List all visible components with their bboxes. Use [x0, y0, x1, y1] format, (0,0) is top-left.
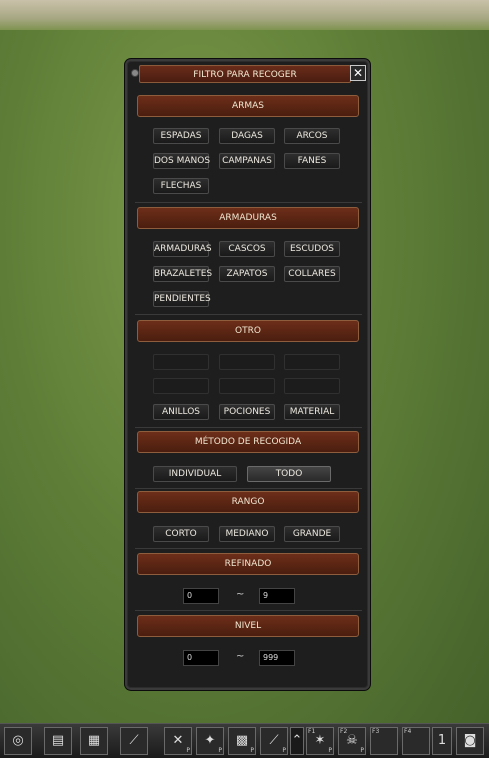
section-header-rango: RANGO [137, 491, 359, 513]
section-header-refinado: REFINADO [137, 553, 359, 575]
divider [135, 610, 362, 611]
range-button-grande[interactable]: GRANDE [284, 526, 340, 542]
filter-button-arcos[interactable]: ARCOS [284, 128, 340, 144]
filter-button-espadas[interactable]: ESPADAS [153, 128, 209, 144]
filter-button-disabled [284, 378, 340, 394]
skill-slot-icon[interactable]: ▩ P [228, 727, 256, 755]
calendar-icon[interactable]: ▦ [80, 727, 108, 755]
close-button[interactable]: ✕ [350, 65, 366, 81]
filter-button-disabled [219, 378, 275, 394]
section-header-otro: OTRO [137, 320, 359, 342]
filter-button-material[interactable]: MATERIAL [284, 404, 340, 420]
section-header-nivel: NIVEL [137, 615, 359, 637]
range-button-mediano[interactable]: MEDIANO [219, 526, 275, 542]
section-header-armas: ARMAS [137, 95, 359, 117]
filter-button-disabled [153, 354, 209, 370]
filter-button-dos-manos[interactable]: DOS MANOS [153, 153, 210, 169]
skill-slot-icon[interactable]: ✦ P [196, 727, 224, 755]
range-separator: ~ [236, 651, 245, 662]
filter-button-pociones[interactable]: POCIONES [219, 404, 275, 420]
skill-slot-icon[interactable]: ✕ P [164, 727, 192, 755]
level-min-input[interactable]: 0 [183, 650, 219, 666]
scroll-icon[interactable]: ▤ [44, 727, 72, 755]
level-max-input[interactable]: 999 [259, 650, 295, 666]
filter-button-zapatos[interactable]: ZAPATOS [219, 266, 275, 282]
window-title: FILTRO PARA RECOGER [139, 65, 351, 83]
pin-icon[interactable] [131, 69, 139, 77]
skill-slot-icon[interactable]: ⟋ P [260, 727, 288, 755]
skill-slot-empty[interactable]: F3 [370, 727, 398, 755]
divider [135, 314, 362, 315]
section-header-metodo: MÉTODO DE RECOGIDA [137, 431, 359, 453]
pickup-filter-window: FILTRO PARA RECOGER ✕ ARMAS ESPADAS DAGA… [125, 59, 370, 690]
filter-button-disabled [284, 354, 340, 370]
game-sky-background [0, 0, 489, 30]
filter-button-armaduras[interactable]: ARMADURAS [153, 241, 212, 257]
filter-button-flechas[interactable]: FLECHAS [153, 178, 209, 194]
filter-button-anillos[interactable]: ANILLOS [153, 404, 209, 420]
divider [135, 202, 362, 203]
skill-slot-icon[interactable]: F1 ✶ P [306, 727, 334, 755]
section-header-armaduras: ARMADURAS [137, 207, 359, 229]
divider [135, 488, 362, 489]
filter-button-escudos[interactable]: ESCUDOS [284, 241, 340, 257]
camera-icon[interactable]: ◙ [456, 727, 484, 755]
range-button-corto[interactable]: CORTO [153, 526, 209, 542]
filter-button-cascos[interactable]: CASCOS [219, 241, 275, 257]
method-button-todo[interactable]: TODO [247, 466, 331, 482]
filter-button-brazaletes[interactable]: BRAZALETES [153, 266, 212, 282]
filter-button-pendientes[interactable]: PENDIENTES [153, 291, 211, 307]
chevron-up-icon[interactable]: ⌃ [290, 727, 304, 755]
filter-button-disabled [219, 354, 275, 370]
filter-button-dagas[interactable]: DAGAS [219, 128, 275, 144]
ring-icon[interactable]: ◎ [4, 727, 32, 755]
skill-slot-icon[interactable]: F2 ☠ P [338, 727, 366, 755]
filter-button-collares[interactable]: COLLARES [284, 266, 340, 282]
filter-button-disabled [153, 378, 209, 394]
range-separator: ~ [236, 589, 245, 600]
divider [135, 548, 362, 549]
hotbar: ◎ ▤ ▦ ⟋ ✕ P ✦ P ▩ P ⟋ P ⌃ F1 ✶ P F2 ☠ P F3 F4 1 … [0, 723, 489, 758]
level-badge[interactable]: 1 [432, 727, 452, 755]
filter-button-fanes[interactable]: FANES [284, 153, 340, 169]
divider [135, 427, 362, 428]
refine-min-input[interactable]: 0 [183, 588, 219, 604]
refine-max-input[interactable]: 9 [259, 588, 295, 604]
filter-button-campanas[interactable]: CAMPANAS [219, 153, 275, 169]
skill-slot-empty[interactable]: F4 [402, 727, 430, 755]
method-button-individual[interactable]: INDIVIDUAL [153, 466, 237, 482]
sword-icon[interactable]: ⟋ [120, 727, 148, 755]
